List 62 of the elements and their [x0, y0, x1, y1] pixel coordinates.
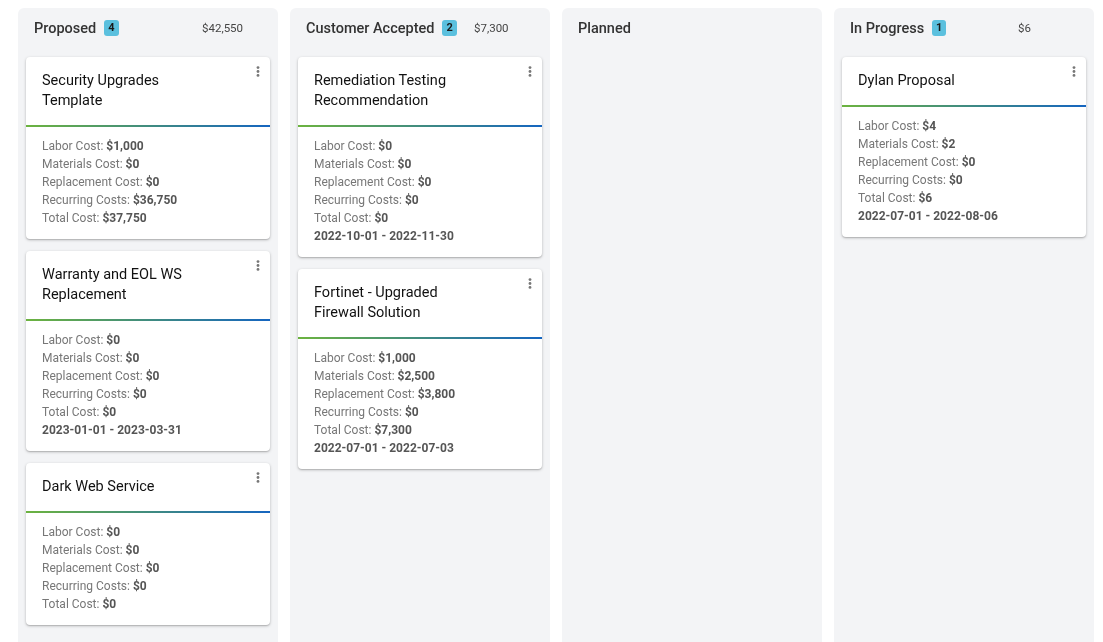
- count-badge: 1: [932, 20, 947, 36]
- deal-card[interactable]: Remediation Testing Recommendation Labor Cost: $0 Materials Cost: $0 Replacement Cost: $0 Recurring Costs: $0 Total Cost: $0 2022-10-01 - 2022-11-30: [298, 57, 542, 257]
- column-total: $7,300: [474, 21, 510, 35]
- cost-line: Recurring Costs: $0: [314, 404, 420, 421]
- card-title: Security Upgrades Template: [42, 71, 161, 111]
- card-title: Fortinet - Upgraded Firewall Solution: [314, 283, 439, 323]
- more-icon[interactable]: [256, 472, 260, 483]
- cost-line: Total Cost: $0: [314, 210, 390, 227]
- deal-card[interactable]: Security Upgrades Template Labor Cost: $1,000 Materials Cost: $0 Replacement Cost: $0 Recurring Costs: $36,750 Total Cost: $37,750: [26, 57, 270, 239]
- cost-line: Materials Cost: $0: [42, 350, 141, 367]
- count-badge: 2: [442, 20, 457, 36]
- card-title: Dylan Proposal: [858, 71, 956, 91]
- column-title: In Progress: [850, 19, 925, 37]
- column-title: Customer Accepted: [306, 19, 435, 37]
- cost-line: Replacement Cost: $0: [42, 174, 161, 191]
- cost-line: Materials Cost: $0: [314, 156, 413, 173]
- card-title: Remediation Testing Recommendation: [314, 71, 448, 111]
- date-range: 2023-01-01 - 2023-03-31: [42, 422, 183, 439]
- more-icon[interactable]: [256, 260, 260, 271]
- cost-line: Replacement Cost: $0: [42, 560, 161, 577]
- card-title: Dark Web Service: [42, 477, 156, 497]
- date-range: 2022-07-01 - 2022-08-06: [858, 208, 999, 225]
- cost-line: Recurring Costs: $0: [42, 578, 148, 595]
- cost-line: Labor Cost: $1,000: [314, 350, 417, 367]
- column-total: $42,550: [202, 21, 245, 35]
- deal-card[interactable]: Dark Web Service Labor Cost: $0 Materials Cost: $0 Replacement Cost: $0 Recurring Costs: $0 Total Cost: $0: [26, 463, 270, 625]
- deal-card[interactable]: Fortinet - Upgraded Firewall Solution Labor Cost: $1,000 Materials Cost: $2,500 Replacement Cost: $3,800 Recurring Costs: $0 Total Cost: $7,300 2022-07-01 - 2022-07-03: [298, 269, 542, 469]
- cost-line: Recurring Costs: $36,750: [42, 192, 179, 209]
- more-icon[interactable]: [528, 278, 532, 289]
- cost-line: Replacement Cost: $0: [858, 154, 977, 171]
- cost-line: Labor Cost: $4: [858, 118, 938, 135]
- column-total: $6: [1018, 21, 1032, 35]
- more-icon[interactable]: [1072, 66, 1076, 77]
- cost-line: Total Cost: $0: [42, 596, 118, 613]
- cost-line: Materials Cost: $2,500: [314, 368, 436, 385]
- cost-line: Total Cost: $6: [858, 190, 934, 207]
- column-title: Proposed: [34, 19, 97, 37]
- more-icon[interactable]: [256, 66, 260, 77]
- cost-line: Replacement Cost: $0: [42, 368, 161, 385]
- cost-line: Labor Cost: $0: [42, 524, 122, 541]
- cost-line: Recurring Costs: $0: [42, 386, 148, 403]
- date-range: 2022-07-01 - 2022-07-03: [314, 440, 455, 457]
- cost-line: Recurring Costs: $0: [858, 172, 964, 189]
- deal-card[interactable]: Dylan Proposal Labor Cost: $4 Materials Cost: $2 Replacement Cost: $0 Recurring Costs: $0 Total Cost: $6 2022-07-01 - 2022-08-06: [842, 57, 1086, 237]
- more-icon[interactable]: [528, 66, 532, 77]
- date-range: 2022-10-01 - 2022-11-30: [314, 228, 455, 245]
- column-title: Planned: [578, 19, 631, 37]
- cost-line: Total Cost: $37,750: [42, 210, 148, 227]
- cost-line: Total Cost: $7,300: [314, 422, 413, 439]
- cost-line: Materials Cost: $0: [42, 542, 141, 559]
- deal-card[interactable]: Warranty and EOL WS Replacement Labor Cost: $0 Materials Cost: $0 Replacement Cost: $0 Recurring Costs: $0 Total Cost: $0 2023-01-01 - 2023-03-31: [26, 251, 270, 451]
- cost-line: Labor Cost: $0: [42, 332, 122, 349]
- cost-line: Total Cost: $0: [42, 404, 118, 421]
- cost-line: Materials Cost: $0: [42, 156, 141, 173]
- cost-line: Replacement Cost: $3,800: [314, 386, 457, 403]
- cost-line: Materials Cost: $2: [858, 136, 957, 153]
- cost-line: Labor Cost: $1,000: [42, 138, 145, 155]
- card-title: Warranty and EOL WS Replacement: [42, 265, 183, 305]
- cost-line: Labor Cost: $0: [314, 138, 394, 155]
- cost-line: Recurring Costs: $0: [314, 192, 420, 209]
- count-badge: 4: [104, 20, 119, 36]
- cost-line: Replacement Cost: $0: [314, 174, 433, 191]
